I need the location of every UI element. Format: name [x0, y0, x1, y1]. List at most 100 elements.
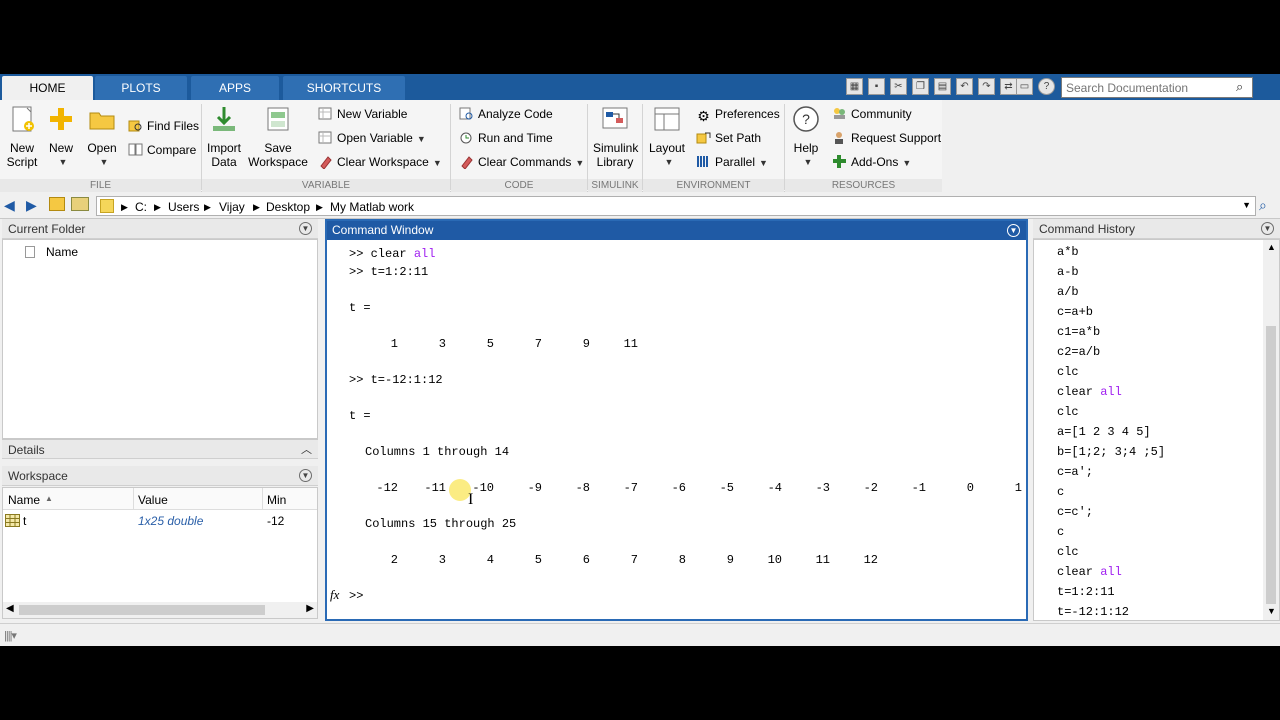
command-history-list[interactable]: a*b a-b a/b c=a+b c1=a*b c2=a/b clc clear all cl…: [1033, 239, 1280, 621]
horizontal-scrollbar[interactable]: ◀ ▶: [3, 602, 317, 618]
search-icon[interactable]: ⌕: [1236, 79, 1243, 95]
request-support-button[interactable]: Request Support: [832, 128, 941, 148]
column-header-name[interactable]: Name: [8, 493, 40, 507]
history-item[interactable]: clc: [1057, 364, 1079, 380]
add-ons-button[interactable]: Add-Ons ▼: [832, 152, 911, 172]
column-divider[interactable]: [133, 488, 134, 510]
output-value: -2: [863, 481, 878, 495]
open-variable-button[interactable]: Open Variable ▼: [318, 128, 426, 148]
redo-icon[interactable]: ↷: [978, 78, 995, 95]
column-header-value[interactable]: Value: [138, 493, 168, 507]
history-item[interactable]: clear all: [1057, 384, 1122, 400]
breadcrumb-users[interactable]: Users: [168, 200, 199, 214]
breadcrumb-my-matlab-work[interactable]: My Matlab work: [330, 200, 414, 214]
function-browser-icon[interactable]: fx: [330, 587, 339, 603]
run-and-time-label: Run and Time: [478, 131, 553, 145]
browse-folder-icon[interactable]: [71, 197, 89, 211]
panel-menu-icon[interactable]: ▼: [1007, 224, 1020, 237]
history-item[interactable]: b=[1;2; 3;4 ;5]: [1057, 444, 1165, 460]
help-icon[interactable]: ?: [1038, 78, 1055, 95]
history-item[interactable]: a=[1 2 3 4 5]: [1057, 424, 1151, 440]
history-command: clear: [1057, 385, 1101, 399]
column-divider[interactable]: [262, 488, 263, 510]
history-item[interactable]: c=a+b: [1057, 304, 1093, 320]
history-item[interactable]: clc: [1057, 544, 1079, 560]
vertical-scrollbar[interactable]: ▲ ▼: [1263, 240, 1279, 620]
chevron-down-icon: ▼: [575, 158, 585, 168]
history-item[interactable]: clear all: [1057, 564, 1122, 580]
column-header-min[interactable]: Min: [267, 493, 286, 507]
clear-workspace-button[interactable]: Clear Workspace ▼: [318, 152, 442, 172]
table-row[interactable]: t 1x25 double -12: [3, 511, 317, 531]
help-button[interactable]: ? Help ▼: [790, 104, 822, 169]
command-prompt[interactable]: >>: [349, 588, 363, 604]
tab-home[interactable]: HOME: [2, 76, 93, 100]
history-item[interactable]: a-b: [1057, 264, 1079, 280]
scroll-down-icon[interactable]: ▼: [1267, 606, 1276, 616]
panel-menu-icon[interactable]: ▼: [299, 222, 312, 235]
history-item[interactable]: t=-12:1:12: [1057, 604, 1129, 620]
search-folder-icon[interactable]: ⌕: [1259, 197, 1267, 214]
path-field[interactable]: ▶ C: ▶ Users ▶ Vijay ▶ Desktop ▶ My Matl…: [96, 196, 1256, 216]
chevron-up-icon[interactable]: ︿: [301, 440, 312, 460]
paste-icon[interactable]: ▤: [934, 78, 951, 95]
new-button[interactable]: New ▼: [46, 104, 76, 169]
history-item[interactable]: c2=a/b: [1057, 344, 1100, 360]
analyze-code-button[interactable]: Analyze Code: [459, 104, 553, 124]
scroll-up-icon[interactable]: ▲: [1267, 242, 1276, 252]
output-line: Columns 15 through 25: [365, 517, 517, 531]
command-window[interactable]: Command Window ▼ >> clear all >> t=1:2:1…: [325, 219, 1028, 621]
undo-icon[interactable]: ↶: [956, 78, 973, 95]
history-item[interactable]: a*b: [1057, 244, 1079, 260]
simulink-library-button[interactable]: Simulink Library: [593, 104, 638, 169]
scrollbar-thumb[interactable]: [19, 605, 265, 615]
new-variable-button[interactable]: New Variable: [318, 104, 407, 124]
history-item[interactable]: a/b: [1057, 284, 1079, 300]
cut-icon[interactable]: ✂: [890, 78, 907, 95]
parallel-button[interactable]: Parallel ▼: [696, 152, 768, 172]
current-folder-list[interactable]: Name: [2, 239, 318, 439]
chevron-down-icon[interactable]: ▼: [1242, 200, 1251, 210]
history-item[interactable]: c=a';: [1057, 464, 1093, 480]
tab-shortcuts[interactable]: SHORTCUTS: [283, 76, 405, 100]
set-path-button[interactable]: Set Path: [696, 128, 761, 148]
switch-windows-icon[interactable]: ⇄: [1000, 78, 1017, 95]
copy-icon[interactable]: ❐: [912, 78, 929, 95]
column-header-name[interactable]: Name: [46, 245, 78, 259]
panel-menu-icon[interactable]: ▼: [299, 469, 312, 482]
history-item[interactable]: c1=a*b: [1057, 324, 1100, 340]
history-item[interactable]: clc: [1057, 404, 1079, 420]
community-button[interactable]: Community: [832, 104, 912, 124]
open-button[interactable]: Open ▼: [86, 104, 118, 169]
import-data-button[interactable]: Import Data: [206, 104, 242, 169]
tab-apps[interactable]: APPS: [191, 76, 279, 100]
window-icon[interactable]: ▭: [1016, 78, 1033, 95]
find-files-button[interactable]: Find Files: [128, 116, 199, 136]
preferences-button[interactable]: ⚙ Preferences: [696, 104, 779, 124]
breadcrumb-vijay[interactable]: Vijay: [219, 200, 245, 214]
toolstrip-icon[interactable]: ▦: [846, 78, 863, 95]
tab-plots[interactable]: PLOTS: [95, 76, 187, 100]
scroll-left-icon[interactable]: ◀: [6, 603, 14, 614]
history-item[interactable]: t=1:2:11: [1057, 584, 1115, 600]
history-item[interactable]: c: [1057, 524, 1064, 540]
scroll-right-icon[interactable]: ▶: [306, 603, 314, 614]
scrollbar-thumb[interactable]: [1266, 326, 1276, 604]
run-and-time-button[interactable]: Run and Time: [459, 128, 553, 148]
search-documentation-input[interactable]: [1061, 77, 1253, 98]
breadcrumb-c[interactable]: C:: [135, 200, 147, 214]
details-header[interactable]: Details ︿: [2, 439, 318, 459]
layout-button[interactable]: Layout ▼: [648, 104, 686, 169]
panel-menu-icon[interactable]: ▼: [1261, 222, 1274, 235]
compare-button[interactable]: Compare: [128, 140, 196, 160]
new-script-button[interactable]: New Script: [6, 104, 38, 169]
save-icon[interactable]: ▪: [868, 78, 885, 95]
save-workspace-button[interactable]: Save Workspace: [248, 104, 308, 169]
up-folder-icon[interactable]: [49, 197, 65, 211]
history-item[interactable]: c=c';: [1057, 504, 1093, 520]
history-item[interactable]: c: [1057, 484, 1064, 500]
forward-arrow-icon[interactable]: ▶: [26, 197, 37, 214]
clear-commands-button[interactable]: Clear Commands ▼: [459, 152, 584, 172]
breadcrumb-desktop[interactable]: Desktop: [266, 200, 310, 214]
back-arrow-icon[interactable]: ◀: [4, 197, 15, 214]
